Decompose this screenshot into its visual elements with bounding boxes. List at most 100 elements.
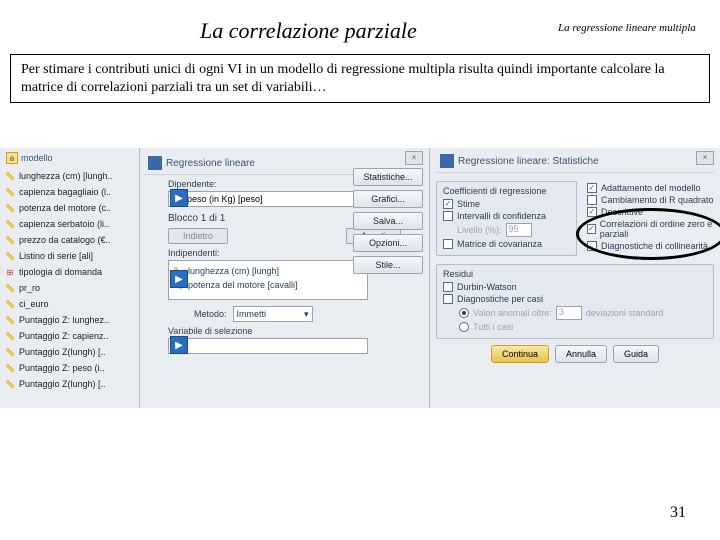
variable-label: ci_euro — [19, 299, 49, 309]
scale-icon: 📏 — [4, 282, 16, 294]
side-button[interactable]: Stile... — [353, 256, 423, 274]
dialog2-title: Regressione lineare: Statistiche — [458, 156, 599, 167]
checkbox-row: Durbin-Watson — [443, 282, 707, 292]
selvar-label: Variabile di selezione — [168, 326, 423, 336]
variable-item[interactable]: 📏Puntaggio Z(lungh) [.. — [0, 376, 139, 392]
variable-item[interactable]: 📏potenza del motore (c.. — [0, 200, 139, 216]
variable-list[interactable]: a modello 📏lunghezza (cm) [lungh..📏capie… — [0, 148, 140, 408]
checkbox[interactable] — [443, 239, 453, 249]
variable-item[interactable]: 📏Listino di serie [ali] — [0, 248, 139, 264]
checkbox[interactable]: ✓ — [587, 207, 597, 217]
variable-label: Puntaggio Z(lungh) [.. — [19, 379, 106, 389]
app-icon — [440, 154, 454, 168]
prev-block-button[interactable]: Indietro — [168, 228, 228, 244]
checkbox-row: Livello (%):95 — [457, 223, 570, 237]
independent-label: potenza del motore [cavalli] — [188, 280, 298, 290]
allcases-label: Tutti i casi — [473, 322, 513, 332]
nominal-icon: ⊞ — [4, 266, 16, 278]
side-button[interactable]: Statistiche... — [353, 168, 423, 186]
scale-icon: 📏 — [4, 170, 16, 182]
dialog1-title: Regressione lineare — [166, 158, 255, 169]
scale-icon: 📏 — [4, 250, 16, 262]
variable-label: potenza del motore (c.. — [19, 203, 111, 213]
variable-item[interactable]: 📏Puntaggio Z(lungh) [.. — [0, 344, 139, 360]
side-button[interactable]: Grafici... — [353, 190, 423, 208]
variable-label: capienza bagagliaio (l.. — [19, 187, 111, 197]
scale-icon: 📏 — [4, 186, 16, 198]
checkbox[interactable]: ✓ — [443, 199, 453, 209]
dialog2-buttons: Continua Annulla Guida — [436, 345, 714, 363]
variable-label: pr_ro — [19, 283, 40, 293]
dialog-statistics: Regressione lineare: Statistiche × Coeff… — [430, 148, 720, 408]
cancel-button[interactable]: Annulla — [555, 345, 607, 363]
slide-body: Per stimare i contributi unici di ogni V… — [10, 54, 710, 103]
move-indep-button[interactable]: ▶ — [170, 270, 188, 288]
checkbox[interactable]: ✓ — [587, 183, 597, 193]
selvar-field[interactable] — [168, 338, 368, 354]
checkbox-row: ✓Stime — [443, 199, 570, 209]
checkbox-row: Diagnostiche di collinearità — [587, 241, 714, 251]
close-icon[interactable]: × — [696, 151, 714, 165]
checkbox[interactable] — [443, 282, 453, 292]
allcases-radio[interactable] — [459, 322, 469, 332]
dependent-field[interactable]: 📏 peso (in Kg) [peso] — [168, 191, 368, 207]
variable-item[interactable]: 📏prezzo da catalogo (€.. — [0, 232, 139, 248]
variable-label: Puntaggio Z(lungh) [.. — [19, 347, 106, 357]
variable-item[interactable]: ⊞tipologia di domanda — [0, 264, 139, 280]
variable-label: tipologia di domanda — [19, 267, 102, 277]
outliers-input[interactable]: 3 — [556, 306, 582, 320]
method-value: Immetti — [237, 309, 267, 319]
variable-label: capienza serbatoio (li.. — [19, 219, 109, 229]
variable-item[interactable]: 📏lunghezza (cm) [lungh.. — [0, 168, 139, 184]
method-combo[interactable]: Immetti ▾ — [233, 306, 313, 322]
variable-item[interactable]: 📏Puntaggio Z: peso (i.. — [0, 360, 139, 376]
scale-icon: 📏 — [4, 362, 16, 374]
variable-label: prezzo da catalogo (€.. — [19, 235, 111, 245]
independent-item[interactable]: 📏potenza del motore [cavalli] — [172, 279, 364, 291]
move-dep-button[interactable]: ▶ — [170, 189, 188, 207]
checkbox[interactable] — [587, 241, 597, 251]
independent-item[interactable]: 📏lunghezza (cm) [lungh] — [172, 265, 364, 277]
variable-item[interactable]: 📏capienza bagagliaio (l.. — [0, 184, 139, 200]
varlist-header: a modello — [0, 148, 139, 168]
variable-item[interactable]: 📏ci_euro — [0, 296, 139, 312]
move-selvar-button[interactable]: ▶ — [170, 336, 188, 354]
checkbox[interactable] — [443, 211, 453, 221]
scale-icon: 📏 — [4, 234, 16, 246]
side-button[interactable]: Opzioni... — [353, 234, 423, 252]
variable-label: Puntaggio Z: lunghez.. — [19, 315, 109, 325]
checkbox-label: Durbin-Watson — [457, 282, 517, 292]
independent-listbox[interactable]: 📏lunghezza (cm) [lungh] 📏potenza del moto… — [168, 260, 368, 300]
help-button[interactable]: Guida — [613, 345, 659, 363]
checkbox[interactable] — [587, 195, 597, 205]
side-button[interactable]: Salva... — [353, 212, 423, 230]
checkbox-row: ✓Adattamento del modello — [587, 183, 714, 193]
variable-item[interactable]: 📏pr_ro — [0, 280, 139, 296]
outliers-radio[interactable] — [459, 308, 469, 318]
variable-item[interactable]: 📏capienza serbatoio (li.. — [0, 216, 139, 232]
variable-label: lunghezza (cm) [lungh.. — [19, 171, 113, 181]
app-screenshot: a modello 📏lunghezza (cm) [lungh..📏capie… — [0, 148, 720, 408]
app-icon — [148, 156, 162, 170]
residuals-title: Residui — [443, 269, 707, 279]
independent-label: lunghezza (cm) [lungh] — [188, 266, 279, 276]
coef-panel-title: Coefficienti di regressione — [443, 186, 570, 196]
dependent-value: peso (in Kg) [peso] — [187, 194, 263, 204]
checkbox[interactable]: ✓ — [587, 224, 596, 234]
ci-level-input[interactable]: 95 — [506, 223, 532, 237]
variable-label: Puntaggio Z: capienz.. — [19, 331, 109, 341]
close-icon[interactable]: × — [405, 151, 423, 165]
checkbox-row: Intervalli di confidenza — [443, 211, 570, 221]
dialog2-title-bar: Regressione lineare: Statistiche — [436, 152, 714, 173]
continue-button[interactable]: Continua — [491, 345, 549, 363]
scale-icon: 📏 — [4, 378, 16, 390]
page-number: 31 — [670, 504, 686, 522]
scale-icon: 📏 — [4, 330, 16, 342]
checkbox[interactable] — [443, 294, 453, 304]
variable-item[interactable]: 📏Puntaggio Z: lunghez.. — [0, 312, 139, 328]
scale-icon: 📏 — [4, 298, 16, 310]
variable-item[interactable]: 📏Puntaggio Z: capienz.. — [0, 328, 139, 344]
varlist-header-label: modello — [21, 153, 53, 163]
slide-subtitle: La regressione lineare multipla — [558, 22, 696, 34]
checkbox-label: Matrice di covarianza — [457, 239, 542, 249]
